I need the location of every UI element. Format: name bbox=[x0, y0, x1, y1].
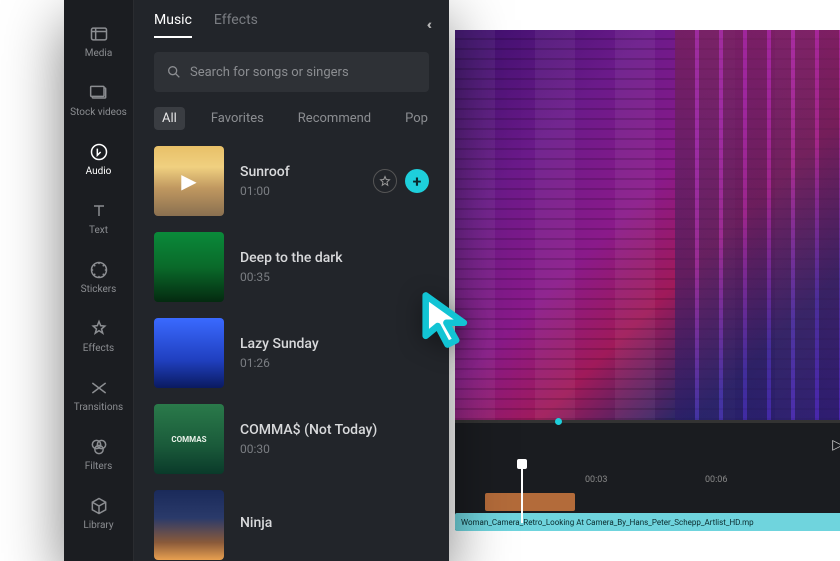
text-icon bbox=[89, 201, 109, 221]
clip-label: Woman_Camera_Retro_Looking At Camera_By_… bbox=[461, 518, 754, 527]
sidebar-item-library[interactable]: Library bbox=[64, 492, 133, 535]
track-list: ▶ Sunroof 01:00 + Deep to the dark 00 bbox=[154, 146, 429, 560]
tab-effects[interactable]: Effects bbox=[214, 12, 258, 38]
preview-viewport[interactable] bbox=[455, 30, 840, 420]
preview-panel: ▷ 00:03 00:06 Woman_Camera_Retro_Looking… bbox=[455, 30, 840, 530]
filters-icon bbox=[89, 437, 109, 457]
sidebar-item-transitions[interactable]: Transitions bbox=[64, 374, 133, 417]
track-duration: 01:26 bbox=[240, 356, 429, 370]
track-thumbnail[interactable] bbox=[154, 232, 224, 302]
preview-controls: ▷ bbox=[455, 431, 840, 459]
sidebar-label: Text bbox=[89, 225, 108, 236]
time-mark: 00:06 bbox=[705, 475, 727, 485]
favorite-button[interactable] bbox=[373, 169, 397, 193]
track-name: Ninja bbox=[240, 515, 429, 531]
track-thumbnail[interactable] bbox=[154, 490, 224, 560]
filter-all[interactable]: All bbox=[154, 107, 185, 130]
sidebar-item-stickers[interactable]: Stickers bbox=[64, 256, 133, 299]
track-thumbnail[interactable]: ▶ bbox=[154, 146, 224, 216]
audio-icon bbox=[89, 142, 109, 162]
filter-row: All Favorites Recommend Pop bbox=[154, 106, 429, 130]
media-icon bbox=[89, 24, 109, 44]
star-icon bbox=[379, 175, 391, 187]
track-name: Lazy Sunday bbox=[240, 336, 429, 352]
sidebar-label: Library bbox=[83, 520, 113, 531]
timeline-ruler[interactable]: 00:03 00:06 bbox=[455, 467, 840, 487]
sidebar-label: Transitions bbox=[74, 402, 123, 413]
track-item[interactable]: ▶ Sunroof 01:00 + bbox=[154, 146, 429, 216]
search-input[interactable] bbox=[190, 65, 417, 80]
track-name: COMMA$ (Not Today) bbox=[240, 422, 429, 438]
track-item[interactable]: Lazy Sunday 01:26 bbox=[154, 318, 429, 388]
track-info: Ninja bbox=[240, 515, 429, 535]
filter-recommend[interactable]: Recommend bbox=[290, 107, 379, 130]
track-duration: 00:30 bbox=[240, 442, 429, 456]
library-icon bbox=[89, 496, 109, 516]
transitions-icon bbox=[89, 378, 109, 398]
playhead[interactable] bbox=[521, 463, 523, 523]
filter-pop[interactable]: Pop bbox=[397, 107, 436, 130]
play-icon: ▶ bbox=[181, 169, 196, 193]
panel-tabs: Music Effects ‹‹ bbox=[154, 12, 429, 38]
track-item[interactable]: Ninja bbox=[154, 490, 429, 560]
left-sidebar: Media Stock videos Audio Text Stickers E… bbox=[64, 0, 134, 561]
sidebar-item-media[interactable]: Media bbox=[64, 20, 133, 63]
track-item[interactable]: COMMAS COMMA$ (Not Today) 00:30 bbox=[154, 404, 429, 474]
sidebar-label: Media bbox=[85, 48, 113, 59]
sidebar-label: Stock videos bbox=[70, 107, 127, 118]
track-info: Deep to the dark 00:35 bbox=[240, 250, 429, 284]
play-button[interactable]: ▷ bbox=[832, 437, 840, 453]
audio-panel: Music Effects ‹‹ All Favorites Recommend… bbox=[134, 0, 449, 561]
search-icon bbox=[166, 64, 182, 80]
track-info: Sunroof 01:00 bbox=[240, 164, 357, 198]
progress-handle[interactable] bbox=[555, 418, 562, 425]
timeline-clips: Woman_Camera_Retro_Looking At Camera_By_… bbox=[455, 493, 840, 531]
track-duration: 01:00 bbox=[240, 184, 357, 198]
track-thumbnail[interactable] bbox=[154, 318, 224, 388]
sidebar-item-text[interactable]: Text bbox=[64, 197, 133, 240]
tab-music[interactable]: Music bbox=[154, 12, 192, 38]
track-item[interactable]: Deep to the dark 00:35 bbox=[154, 232, 429, 302]
sidebar-label: Effects bbox=[83, 343, 114, 354]
sidebar-item-stock-videos[interactable]: Stock videos bbox=[64, 79, 133, 122]
cursor-pointer-icon bbox=[420, 290, 475, 350]
sidebar-item-audio[interactable]: Audio bbox=[64, 138, 133, 181]
track-name: Deep to the dark bbox=[240, 250, 429, 266]
track-name: Sunroof bbox=[240, 164, 357, 180]
effects-icon bbox=[89, 319, 109, 339]
collapse-panel-button[interactable]: ‹‹ bbox=[427, 17, 429, 33]
track-duration: 00:35 bbox=[240, 270, 429, 284]
track-actions: + bbox=[373, 169, 429, 193]
add-track-button[interactable]: + bbox=[405, 169, 429, 193]
sidebar-item-effects[interactable]: Effects bbox=[64, 315, 133, 358]
audio-panel-window: Media Stock videos Audio Text Stickers E… bbox=[64, 0, 449, 561]
sidebar-label: Stickers bbox=[81, 284, 117, 295]
track-info: Lazy Sunday 01:26 bbox=[240, 336, 429, 370]
filter-favorites[interactable]: Favorites bbox=[203, 107, 272, 130]
stickers-icon bbox=[89, 260, 109, 280]
stock-videos-icon bbox=[89, 83, 109, 103]
time-mark: 00:03 bbox=[585, 475, 607, 485]
search-bar[interactable] bbox=[154, 52, 429, 92]
sidebar-label: Audio bbox=[86, 166, 112, 177]
preview-progress[interactable] bbox=[455, 420, 840, 423]
track-thumbnail[interactable]: COMMAS bbox=[154, 404, 224, 474]
sidebar-label: Filters bbox=[85, 461, 113, 472]
track-info: COMMA$ (Not Today) 00:30 bbox=[240, 422, 429, 456]
timeline-clip[interactable]: Woman_Camera_Retro_Looking At Camera_By_… bbox=[455, 513, 840, 531]
sidebar-item-filters[interactable]: Filters bbox=[64, 433, 133, 476]
timeline[interactable]: 00:03 00:06 Woman_Camera_Retro_Looking A… bbox=[455, 459, 840, 531]
timeline-clip[interactable] bbox=[485, 493, 575, 511]
